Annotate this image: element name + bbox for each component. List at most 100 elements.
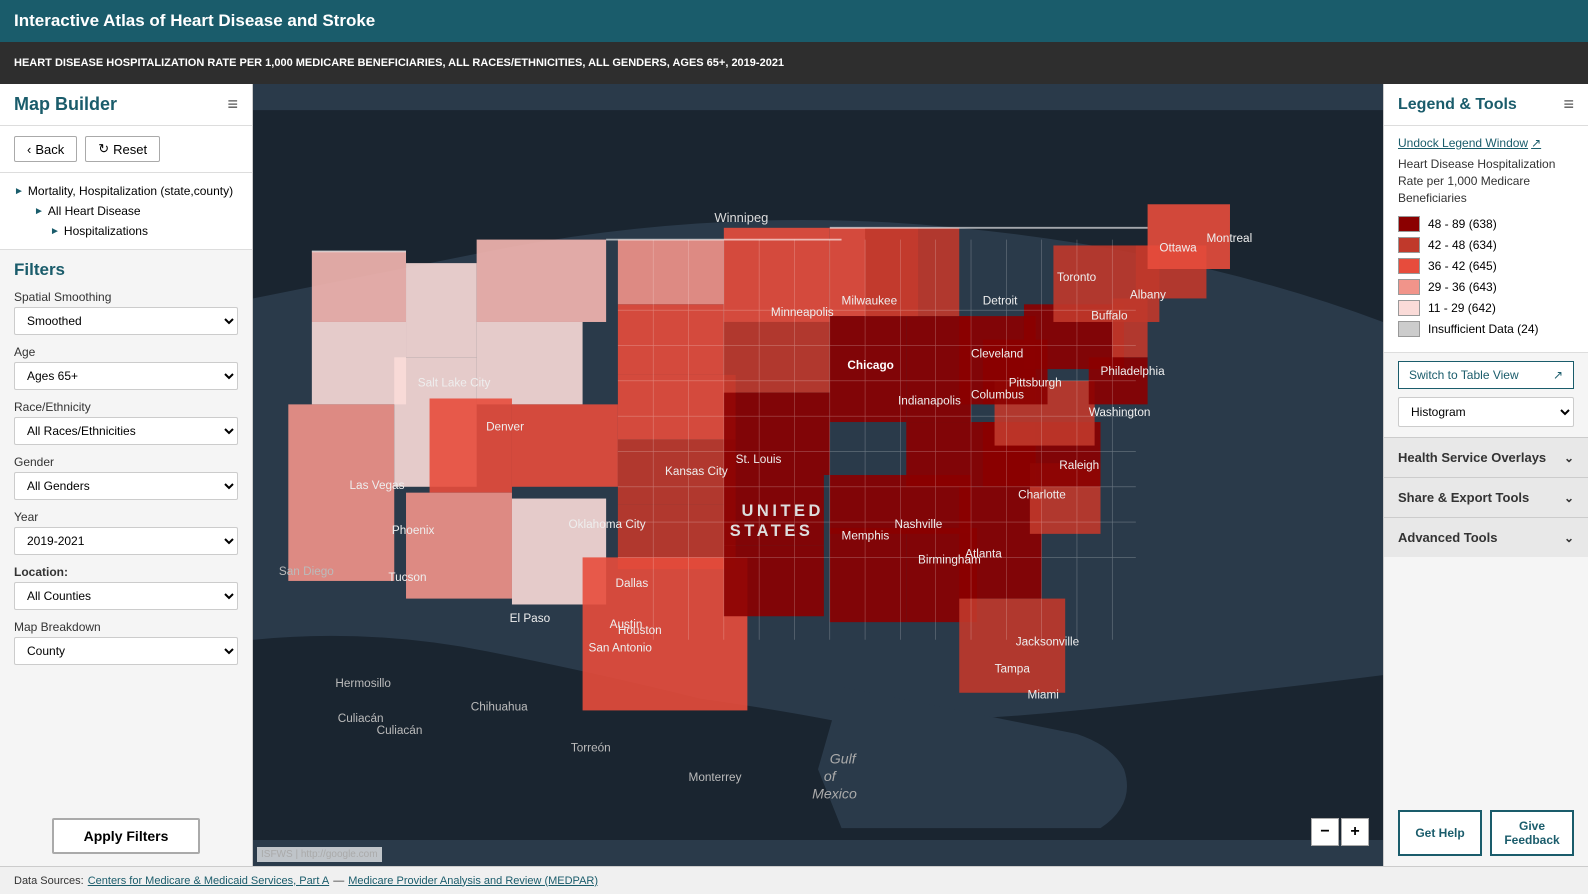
filter-group-year: Year 2019-20212016-20182013-2015 xyxy=(14,510,238,555)
legend-item-label: 11 - 29 (642) xyxy=(1428,301,1496,315)
legend-item: Insufficient Data (24) xyxy=(1398,321,1574,337)
svg-text:Columbus: Columbus xyxy=(971,388,1024,401)
svg-text:STATES: STATES xyxy=(730,522,814,540)
legend-color-swatch xyxy=(1398,279,1420,295)
app-title: Interactive Atlas of Heart Disease and S… xyxy=(14,11,375,31)
health-service-header[interactable]: Health Service Overlays ⌄ xyxy=(1384,438,1588,477)
histogram-select[interactable]: Histogram Bar Chart xyxy=(1398,397,1574,427)
footer-datasource-label: Data Sources: xyxy=(14,875,84,887)
left-sidebar: Map Builder ≡ ‹ Back ↻ Reset ► Mortality… xyxy=(0,84,253,866)
legend-item-label: Insufficient Data (24) xyxy=(1428,322,1539,336)
svg-text:Albany: Albany xyxy=(1130,288,1166,301)
switch-table-label: Switch to Table View xyxy=(1409,368,1519,382)
tree-level2-item[interactable]: ► Hospitalizations xyxy=(14,221,238,241)
legend-color-swatch xyxy=(1398,237,1420,253)
legend-item-label: 29 - 36 (643) xyxy=(1428,280,1497,294)
filter-label-race: Race/Ethnicity xyxy=(14,400,238,414)
svg-text:of: of xyxy=(824,768,838,784)
map-area[interactable]: Winnipeg Minneapolis Detroit Toronto Ott… xyxy=(253,84,1383,866)
external-link-icon-2: ↗ xyxy=(1553,368,1563,382)
legend-item: 29 - 36 (643) xyxy=(1398,279,1574,295)
svg-text:Winnipeg: Winnipeg xyxy=(714,210,768,225)
undock-legend-link[interactable]: Undock Legend Window ↗ xyxy=(1398,136,1574,150)
zoom-out-button[interactable]: − xyxy=(1311,818,1339,846)
svg-text:Nashville: Nashville xyxy=(895,518,943,531)
right-panel: Legend & Tools ≡ Undock Legend Window ↗ … xyxy=(1383,84,1588,866)
tree-nav: ► Mortality, Hospitalization (state,coun… xyxy=(0,173,252,250)
svg-text:Las Vegas: Las Vegas xyxy=(350,479,405,492)
app-header: Interactive Atlas of Heart Disease and S… xyxy=(0,0,1588,42)
tree-arrow-icon: ► xyxy=(14,186,24,197)
svg-text:Salt Lake City: Salt Lake City xyxy=(418,377,491,390)
svg-text:Detroit: Detroit xyxy=(983,294,1018,307)
chevron-down-icon-3: ⌄ xyxy=(1564,531,1574,545)
filter-label-age: Age xyxy=(14,345,238,359)
tree-root-item[interactable]: ► Mortality, Hospitalization (state,coun… xyxy=(14,181,238,201)
filter-groups: Spatial SmoothingNot SmoothedSmoothedAge… xyxy=(14,290,238,555)
sidebar-menu-icon[interactable]: ≡ xyxy=(227,94,238,115)
svg-text:Mexico: Mexico xyxy=(812,786,857,802)
filter-select-spatial-smoothing[interactable]: Not SmoothedSmoothed xyxy=(14,307,238,335)
footer-link2[interactable]: Medicare Provider Analysis and Review (M… xyxy=(348,875,598,887)
zoom-in-button[interactable]: + xyxy=(1341,818,1369,846)
filter-label-year: Year xyxy=(14,510,238,524)
svg-text:Oklahoma City: Oklahoma City xyxy=(568,518,645,531)
reset-button[interactable]: ↻ Reset xyxy=(85,136,160,162)
svg-text:Birmingham: Birmingham xyxy=(918,553,981,566)
legend-items: 48 - 89 (638)42 - 48 (634)36 - 42 (645)2… xyxy=(1398,216,1574,337)
svg-text:San Diego: San Diego xyxy=(279,565,334,578)
reset-icon: ↻ xyxy=(98,141,109,157)
undock-label: Undock Legend Window xyxy=(1398,136,1528,150)
svg-text:Ottawa: Ottawa xyxy=(1159,241,1197,254)
location-group: Location: All Counties Select State Sele… xyxy=(14,565,238,610)
switch-table-button[interactable]: Switch to Table View ↗ xyxy=(1398,361,1574,389)
svg-text:Charlotte: Charlotte xyxy=(1018,489,1066,502)
health-service-label: Health Service Overlays xyxy=(1398,450,1546,465)
chevron-down-icon-2: ⌄ xyxy=(1564,491,1574,505)
us-map[interactable]: Winnipeg Minneapolis Detroit Toronto Ott… xyxy=(253,84,1383,866)
external-link-icon: ↗ xyxy=(1531,136,1541,150)
legend-header: Legend & Tools ≡ xyxy=(1384,84,1588,126)
legend-item: 48 - 89 (638) xyxy=(1398,216,1574,232)
map-breakdown-select[interactable]: County State xyxy=(14,637,238,665)
filter-select-gender[interactable]: All GendersMaleFemale xyxy=(14,472,238,500)
svg-text:UNITED: UNITED xyxy=(741,502,824,520)
get-help-button[interactable]: Get Help xyxy=(1398,810,1482,856)
svg-text:Minneapolis: Minneapolis xyxy=(771,306,834,319)
footer: Data Sources: Centers for Medicare & Med… xyxy=(0,866,1588,894)
share-export-header[interactable]: Share & Export Tools ⌄ xyxy=(1384,478,1588,517)
svg-text:Montreal: Montreal xyxy=(1206,232,1252,245)
svg-text:Culiacán: Culiacán xyxy=(338,712,384,725)
filters-section: Filters Spatial SmoothingNot SmoothedSmo… xyxy=(0,250,252,806)
nav-buttons: ‹ Back ↻ Reset xyxy=(0,126,252,173)
legend-menu-icon[interactable]: ≡ xyxy=(1563,94,1574,115)
legend-color-swatch xyxy=(1398,300,1420,316)
advanced-tools-label: Advanced Tools xyxy=(1398,530,1497,545)
svg-text:Indianapolis: Indianapolis xyxy=(898,394,961,407)
reset-label: Reset xyxy=(113,142,147,157)
svg-text:Monterrey: Monterrey xyxy=(689,771,742,784)
zoom-controls: − + xyxy=(1311,818,1369,846)
filter-select-race[interactable]: All Races/EthnicitiesWhiteBlackHispanicA… xyxy=(14,417,238,445)
apply-filters-button[interactable]: Apply Filters xyxy=(52,818,201,854)
svg-text:Milwaukee: Milwaukee xyxy=(842,294,898,307)
svg-text:Washington: Washington xyxy=(1089,406,1151,419)
attribution-text: ISFWS | http://google.com xyxy=(261,849,378,860)
legend-title: Legend & Tools xyxy=(1398,96,1517,114)
svg-text:Buffalo: Buffalo xyxy=(1091,310,1128,323)
svg-text:St. Louis: St. Louis xyxy=(736,453,782,466)
map-breakdown-label: Map Breakdown xyxy=(14,620,238,634)
filter-select-age[interactable]: All AgesAges 65+Ages 35-64 xyxy=(14,362,238,390)
advanced-tools-header[interactable]: Advanced Tools ⌄ xyxy=(1384,518,1588,557)
legend-item-label: 48 - 89 (638) xyxy=(1428,217,1497,231)
back-button[interactable]: ‹ Back xyxy=(14,136,77,162)
tree-level1-item[interactable]: ► All Heart Disease xyxy=(14,201,238,221)
location-select[interactable]: All Counties Select State Select County xyxy=(14,582,238,610)
give-feedback-button[interactable]: Give Feedback xyxy=(1490,810,1574,856)
svg-text:San Antonio: San Antonio xyxy=(588,642,652,655)
filter-select-year[interactable]: 2019-20212016-20182013-2015 xyxy=(14,527,238,555)
svg-text:Cleveland: Cleveland xyxy=(971,347,1023,360)
footer-link1[interactable]: Centers for Medicare & Medicaid Services… xyxy=(88,875,329,887)
svg-text:Miami: Miami xyxy=(1028,689,1059,702)
legend-subtitle: Heart Disease Hospitalization Rate per 1… xyxy=(1398,156,1574,206)
